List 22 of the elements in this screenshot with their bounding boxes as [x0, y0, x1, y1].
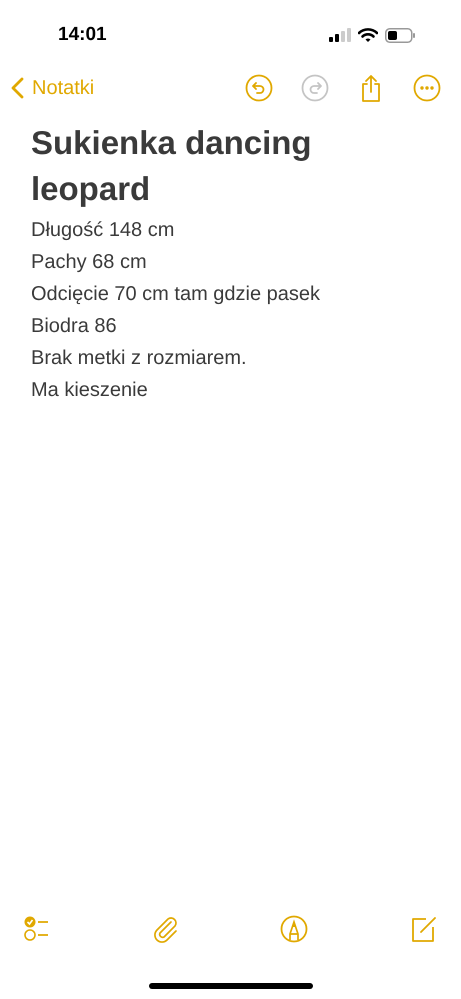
pen-tip-icon: [280, 915, 310, 945]
battery-icon: [385, 28, 415, 42]
back-button[interactable]: Notatki: [10, 73, 94, 103]
note-line: Długość 148 cm: [31, 218, 176, 243]
note-line: Brak metki z rozmiarem.: [31, 346, 248, 371]
note-title: Sukienka dancing leopard: [31, 123, 313, 209]
note-line: Ma kieszenie: [31, 378, 149, 403]
chevron-left-icon: [10, 77, 24, 99]
compose-button[interactable]: [409, 915, 439, 945]
status-time: 14:01: [58, 22, 107, 47]
more-button[interactable]: [413, 74, 441, 102]
signal-icon: [329, 28, 351, 42]
more-icon: [413, 74, 441, 102]
note-line: Biodra 86: [31, 314, 118, 339]
undo-icon: [245, 74, 273, 102]
redo-icon: [301, 74, 329, 102]
compose-icon: [409, 915, 439, 945]
note-line: Pachy 68 cm: [31, 250, 148, 275]
note-line: Odcięcie 70 cm tam gdzie pasek: [31, 282, 322, 307]
undo-button[interactable]: [245, 74, 273, 102]
markup-button[interactable]: [280, 915, 310, 945]
wifi-icon: [358, 28, 378, 42]
